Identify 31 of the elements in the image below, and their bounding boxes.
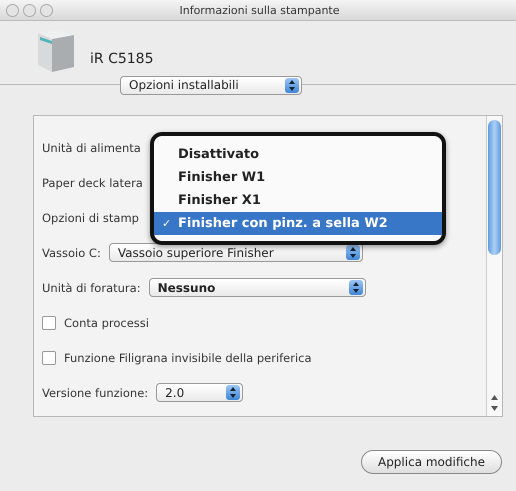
option-label: Unità di foratura: (42, 280, 141, 294)
popup-arrows-icon (346, 245, 360, 260)
menu-item[interactable]: ✓ Finisher con pinz. a sella W2 (154, 212, 442, 235)
apply-button[interactable]: Applica modifiche (360, 450, 502, 474)
checkbox[interactable] (42, 350, 56, 364)
option-label: Versione funzione: (42, 386, 148, 400)
checkbox[interactable] (42, 316, 56, 330)
window-control-icon[interactable] (6, 4, 19, 16)
option-popup[interactable]: 2.0 (156, 383, 244, 402)
scrollbar[interactable] (486, 116, 502, 416)
popup-arrows-icon (226, 385, 240, 400)
option-popup[interactable]: Nessuno (148, 278, 366, 297)
option-label: Opzioni di stamp (42, 210, 139, 224)
popup-arrows-icon (348, 280, 363, 295)
option-label: Vassoio C: (42, 246, 101, 260)
option-label: Unità di alimenta (42, 140, 141, 154)
popup-arrows-icon (285, 78, 299, 92)
checkbox-label: Funzione Filigrana invisibile della periferica (64, 350, 312, 364)
checkbox-label: Conta processi (64, 316, 149, 330)
section-popup[interactable]: Opzioni installabili (120, 76, 302, 94)
scroll-arrows-icon[interactable] (491, 394, 498, 412)
option-label: Paper deck latera (42, 176, 143, 190)
window-title: Informazioni sulla stampante (178, 4, 340, 16)
menu-item[interactable]: Finisher W1 (154, 166, 442, 189)
menu-item[interactable]: Disattivato (154, 143, 442, 166)
window-control-icon[interactable] (40, 4, 53, 16)
window-control-icon[interactable] (23, 4, 36, 16)
menu-item[interactable]: Finisher X1 (154, 189, 442, 212)
option-popup[interactable]: Vassoio superiore Finisher (108, 243, 363, 262)
printer-name: iR C5185 (90, 51, 154, 67)
scrollbar-thumb[interactable] (488, 120, 501, 255)
